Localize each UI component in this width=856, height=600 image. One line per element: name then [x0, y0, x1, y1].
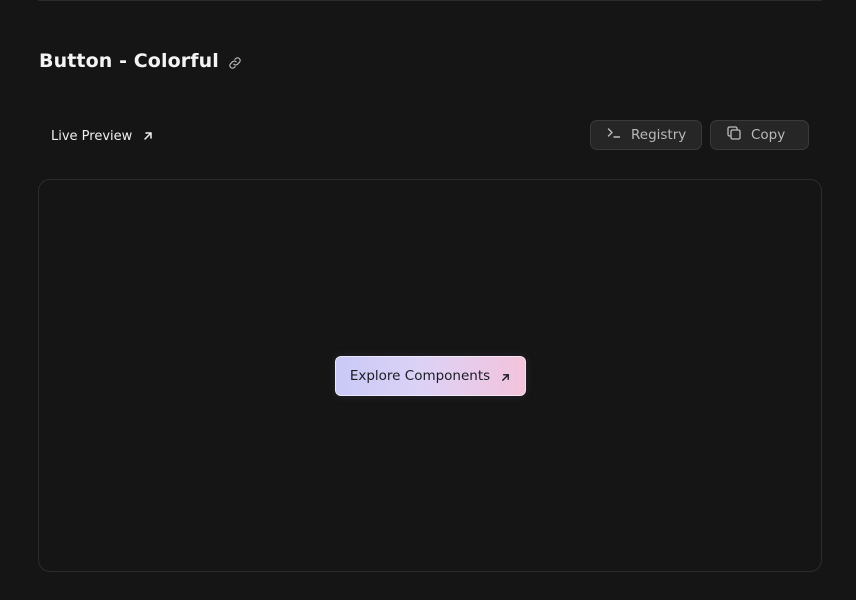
- preview-panel: Explore Components: [38, 179, 822, 572]
- live-preview-label: Live Preview: [51, 128, 133, 144]
- live-preview-link[interactable]: Live Preview: [40, 120, 165, 152]
- arrow-up-right-icon: [142, 130, 154, 142]
- copy-icon: [726, 125, 742, 145]
- explore-components-label: Explore Components: [349, 368, 491, 384]
- top-divider: [38, 0, 822, 1]
- section-heading: Button - Colorful: [39, 50, 242, 72]
- explore-components-button[interactable]: Explore Components: [335, 356, 526, 396]
- copy-button[interactable]: Copy: [710, 120, 809, 150]
- registry-label: Registry: [631, 127, 687, 143]
- preview-toolbar: Registry Copy: [590, 120, 809, 150]
- link-icon[interactable]: [228, 55, 242, 69]
- terminal-icon: [606, 125, 622, 145]
- arrow-up-right-icon: [500, 371, 511, 382]
- registry-button[interactable]: Registry: [590, 120, 702, 150]
- copy-label: Copy: [751, 127, 786, 143]
- section-title: Button - Colorful: [39, 50, 219, 72]
